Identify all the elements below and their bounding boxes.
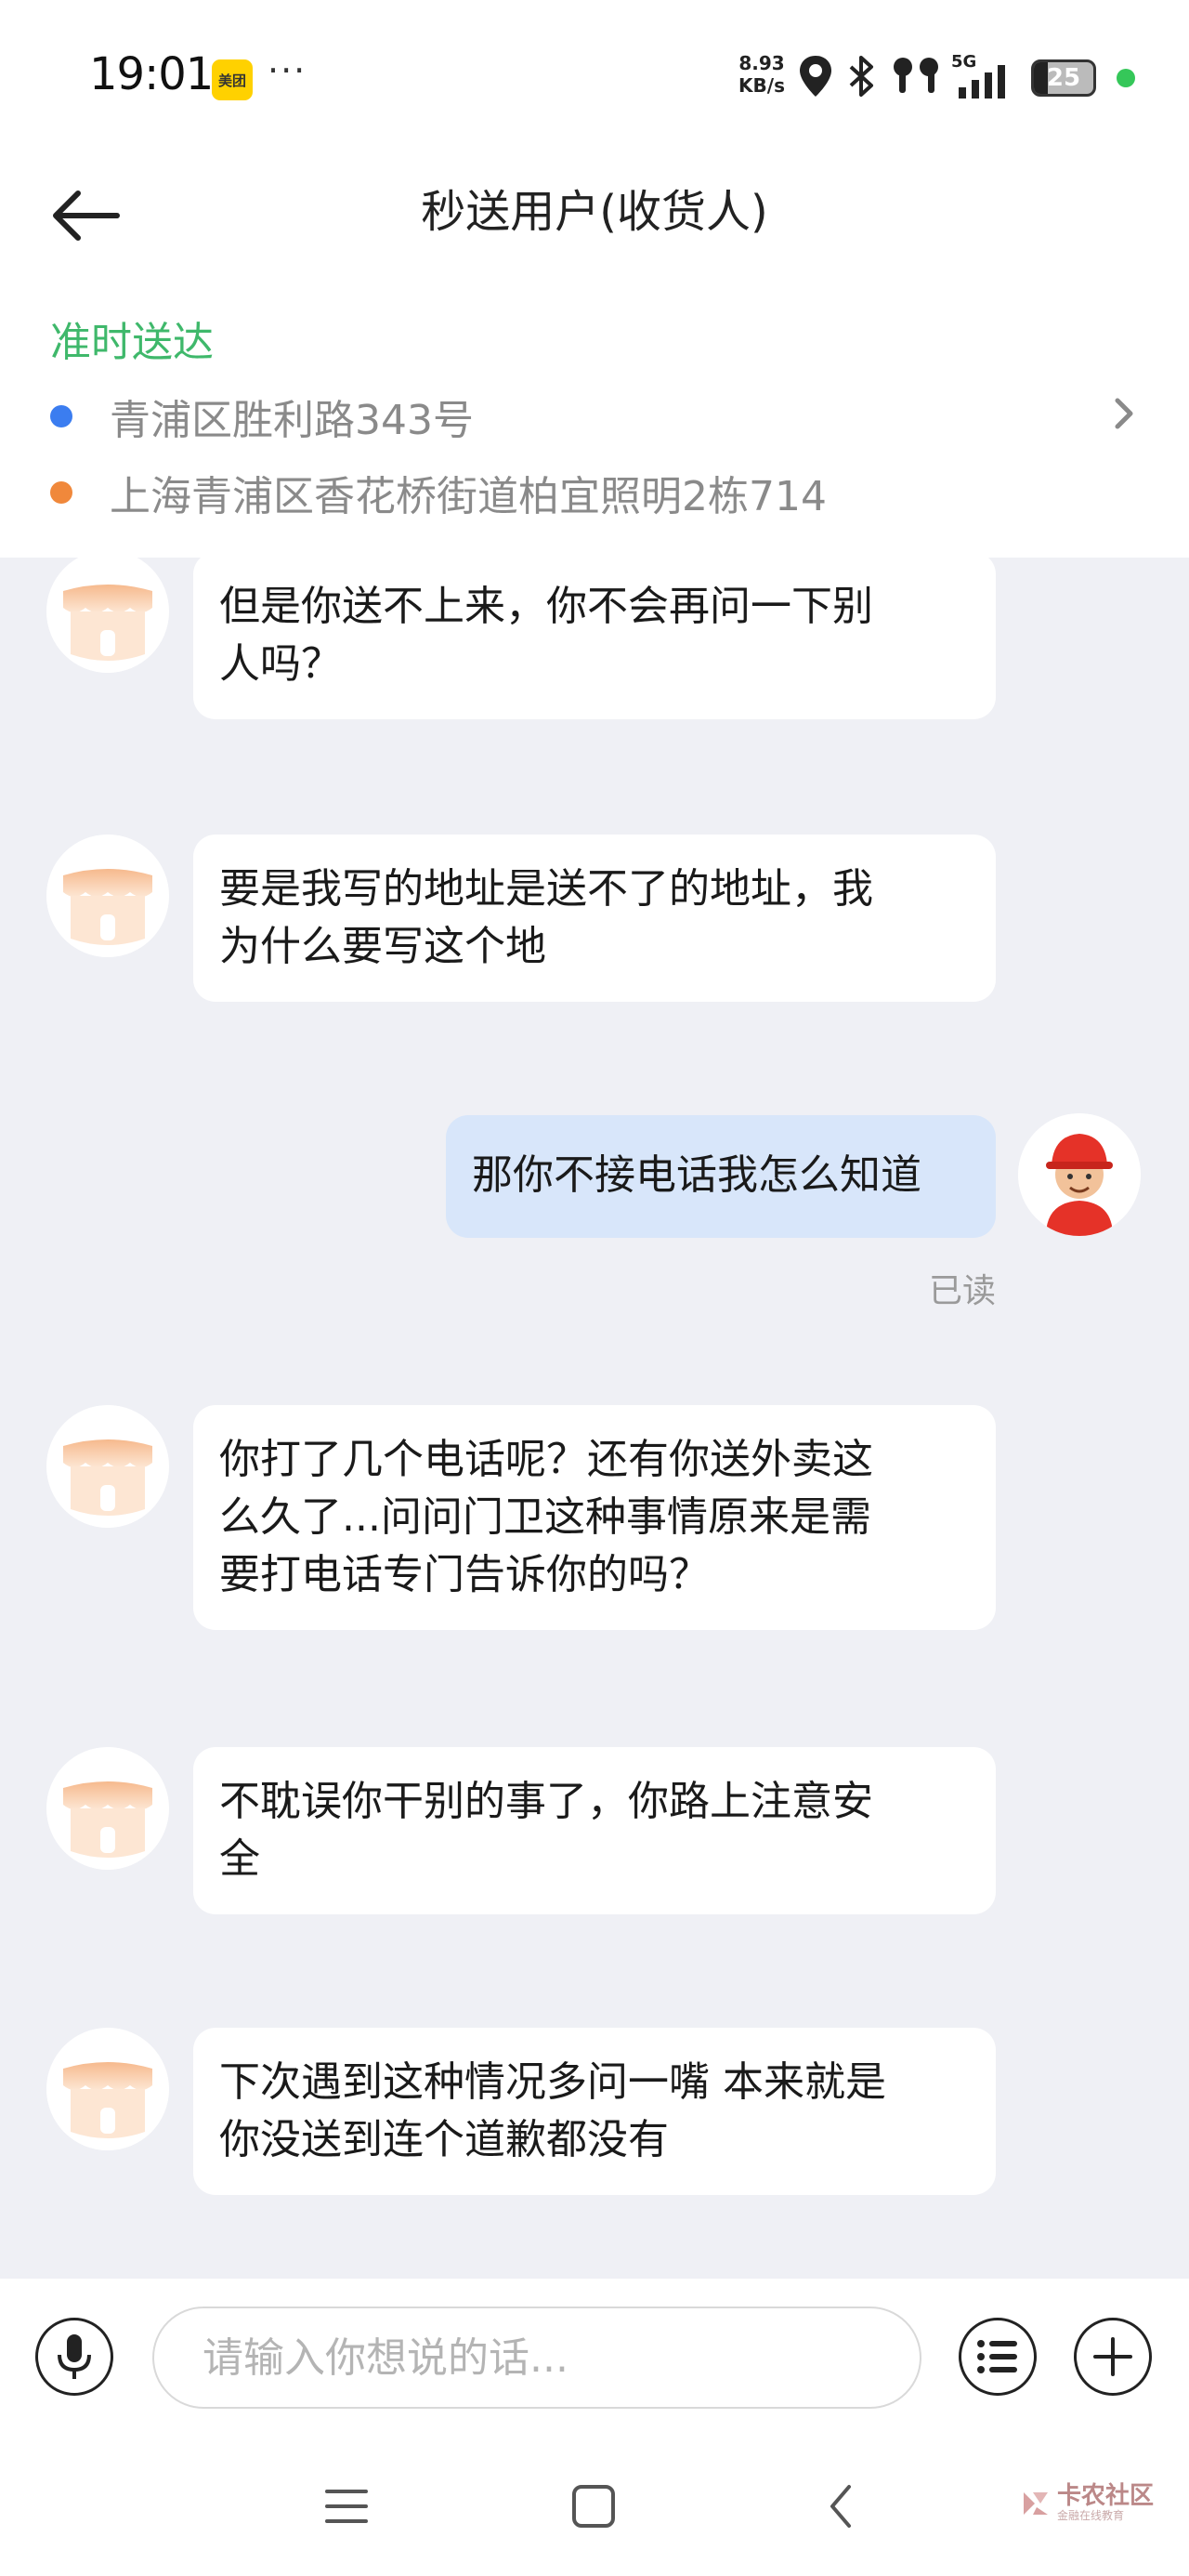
page-title: 秒送用户(收货人) (421, 186, 768, 238)
bluetooth-icon (849, 56, 873, 97)
watermark-sub-text: 金融在线教育 (1057, 2509, 1125, 2522)
battery-icon: 25 (1031, 59, 1096, 97)
status-time: 19:01 (89, 48, 214, 100)
meituan-app-icon: 美团 (212, 59, 253, 100)
delivery-status: 准时送达 (50, 319, 214, 366)
message-input-bar (0, 2279, 1189, 2437)
active-indicator-dot (1117, 69, 1135, 87)
chat-header: 秒送用户(收货人) 准时送达 青浦区胜利路343号 上海青浦区香花桥街道柏宜照明… (0, 139, 1189, 558)
message-bubble[interactable]: 你打了几个电话呢？还有你送外卖这 么久了...问问门卫这种事情原来是需 要打电话… (193, 1405, 996, 1630)
back-chevron-icon (830, 2485, 851, 2528)
earbuds-icon (894, 58, 938, 93)
system-navigation-bar: 卡农社区 金融在线教育 (0, 2437, 1189, 2576)
microphone-icon (58, 2334, 91, 2379)
message-bubble[interactable]: 不耽误你干别的事了，你路上注意安 全 (193, 1747, 996, 1914)
pickup-dot-icon (50, 405, 72, 427)
more-notifications-icon: ··· (268, 50, 307, 91)
expand-addresses-button[interactable] (1105, 390, 1143, 437)
shop-avatar-icon (46, 558, 169, 673)
system-back-button[interactable] (799, 2464, 882, 2548)
message-bubble[interactable]: 但是你送不上来，你不会再问一下别 人吗？ (193, 558, 996, 719)
watermark-logo-icon (1024, 2492, 1048, 2515)
signal-icon (959, 65, 1005, 99)
menu-icon (325, 2490, 368, 2523)
chat-message-list[interactable]: 但是你送不上来，你不会再问一下别 人吗？ 要是我写的地址是送不了的地址，我 为什… (0, 558, 1189, 2279)
chevron-right-icon (1115, 398, 1133, 429)
home-button[interactable] (552, 2464, 635, 2548)
my-message-bubble[interactable]: 那你不接电话我怎么知道 (446, 1115, 996, 1238)
customer-avatar[interactable] (46, 2028, 169, 2150)
home-square-icon (572, 2485, 615, 2528)
shop-avatar-icon (46, 1747, 169, 1870)
shop-avatar-icon (46, 1405, 169, 1528)
plus-icon (1093, 2337, 1132, 2376)
pickup-address: 青浦区胜利路343号 (110, 397, 474, 444)
dropoff-address: 上海青浦区香花桥街道柏宜照明2栋714 (110, 473, 827, 520)
message-bubble[interactable]: 下次遇到这种情况多问一嘴 本来就是 你没送到连个道歉都没有 (193, 2028, 996, 2195)
customer-avatar[interactable] (46, 1405, 169, 1528)
shop-avatar-icon (46, 2028, 169, 2150)
shop-avatar-icon (46, 835, 169, 957)
quick-reply-button[interactable] (959, 2318, 1037, 2396)
customer-avatar[interactable] (46, 558, 169, 673)
voice-input-button[interactable] (35, 2318, 113, 2396)
message-input[interactable] (152, 2307, 921, 2409)
status-bar: 19:01 美团 ··· 8.93 KB/s 5G 25 (0, 0, 1189, 139)
quick-reply-list-icon (977, 2340, 1017, 2373)
rider-avatar[interactable] (1018, 1113, 1141, 1236)
network-speed: 8.93 KB/s (738, 52, 785, 97)
message-bubble[interactable]: 要是我写的地址是送不了的地址，我 为什么要写这个地 (193, 835, 996, 1002)
location-icon (800, 56, 831, 97)
rider-avatar-icon (1018, 1113, 1141, 1236)
customer-avatar[interactable] (46, 835, 169, 957)
recent-apps-button[interactable] (305, 2464, 388, 2548)
watermark: 卡农社区 金融在线教育 (1020, 2483, 1154, 2522)
customer-avatar[interactable] (46, 1747, 169, 1870)
dropoff-address-row[interactable]: 上海青浦区香花桥街道柏宜照明2栋714 (50, 465, 827, 520)
pickup-address-row[interactable]: 青浦区胜利路343号 (50, 388, 474, 444)
read-status: 已读 (928, 1272, 996, 1310)
watermark-main-text: 卡农社区 (1057, 2482, 1155, 2510)
more-options-button[interactable] (1074, 2318, 1152, 2396)
dropoff-dot-icon (50, 481, 72, 504)
